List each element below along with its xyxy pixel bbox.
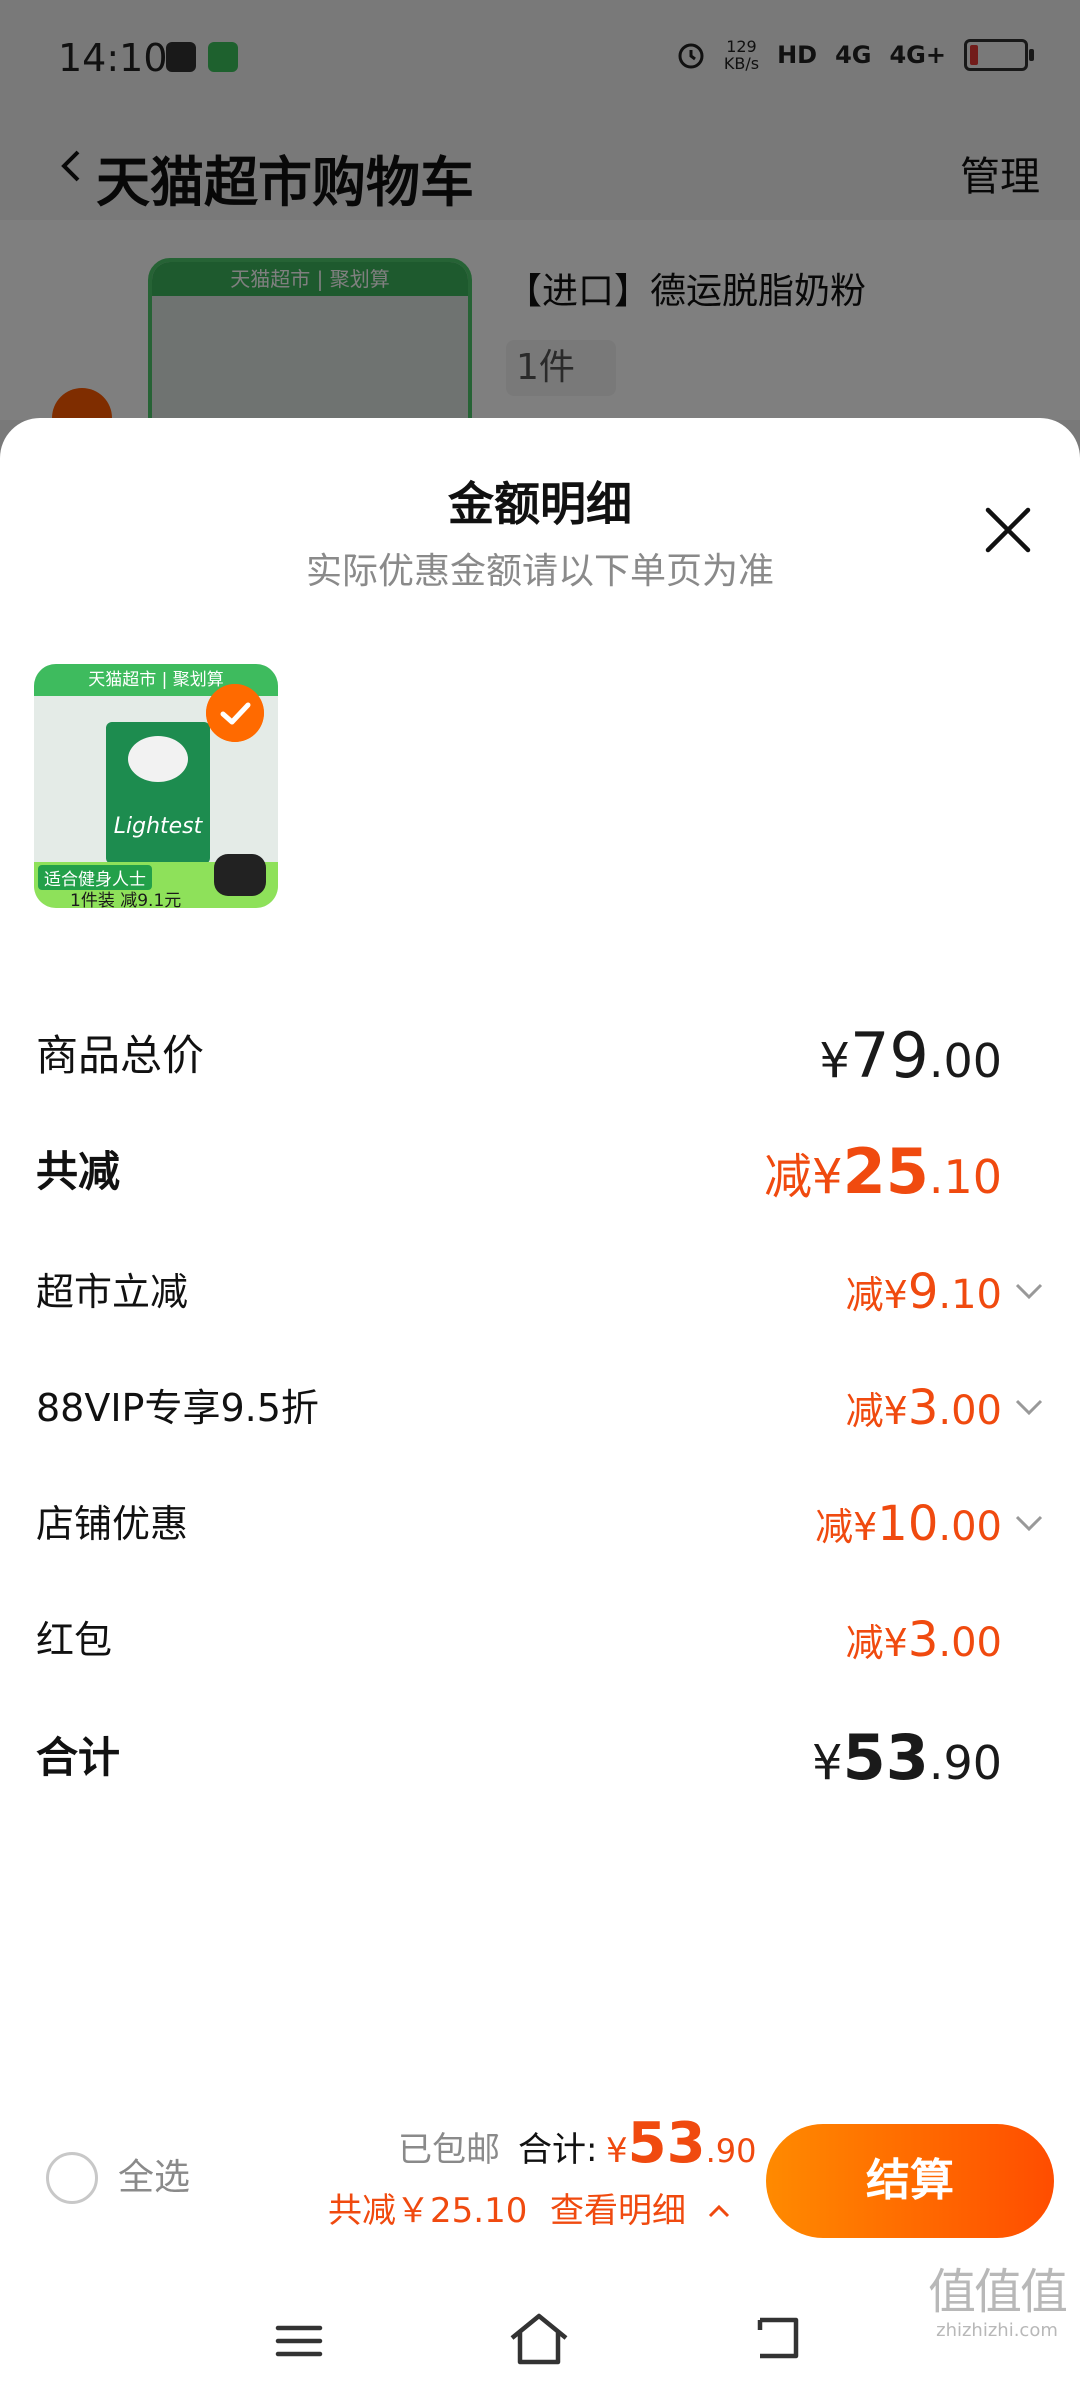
discount-label: 店铺优惠 — [36, 1502, 189, 1546]
discount-value: 减¥3.00 — [846, 1368, 1002, 1459]
discount-row[interactable]: 店铺优惠 减¥10.00 — [36, 1484, 1046, 1564]
grand-total-currency: ¥ — [812, 1735, 843, 1791]
total-int: 53 — [627, 2111, 706, 2176]
total-label: 合计: — [518, 2130, 598, 2170]
discount-dec: .10 — [938, 1272, 1002, 1318]
discount-value: 减¥3.00 — [846, 1600, 1002, 1691]
chevron-down-icon[interactable] — [1012, 1506, 1046, 1540]
discount-int: 9 — [907, 1264, 939, 1320]
watermark-logo: 值值值 — [927, 2264, 1068, 2320]
total-discount-dec: .10 — [928, 1150, 1002, 1204]
chevron-down-icon[interactable] — [1012, 1390, 1046, 1424]
total-discount-prefix: 减¥ — [764, 1149, 843, 1205]
discount-prefix: 减¥ — [845, 1621, 908, 1665]
brand-logo-icon — [128, 736, 188, 782]
tmall-cat-icon — [214, 854, 266, 896]
goods-total-currency: ¥ — [819, 1033, 850, 1089]
discount-dec: .00 — [938, 1388, 1002, 1434]
goods-total-label: 商品总价 — [36, 1031, 205, 1080]
discount-int: 3 — [907, 1612, 939, 1668]
total-discount-int: 25 — [842, 1135, 929, 1208]
goods-total-int: 79 — [849, 1019, 929, 1092]
discount-int: 3 — [907, 1380, 939, 1436]
discount-row[interactable]: 88VIP专享9.5折 减¥3.00 — [36, 1368, 1046, 1448]
home-icon[interactable] — [508, 2310, 570, 2368]
total-discount-value: 减¥25.10 — [764, 1132, 1002, 1228]
shipping-label: 已包邮 — [398, 2130, 500, 2170]
watermark: 值值值 zhizhizhi.com — [922, 2264, 1072, 2341]
total-discount-row: 共减 减¥25.10 — [36, 1132, 1046, 1212]
goods-total-dec: .00 — [928, 1034, 1002, 1088]
discount-prefix: 减¥ — [845, 1273, 908, 1317]
chevron-up-icon[interactable] — [706, 2198, 732, 2224]
package-text: Lightest — [113, 814, 203, 839]
product-thumbnail[interactable]: 天猫超市 | 聚划算 Lightest 适合健身人士 1件装 减9.1元 — [34, 664, 278, 908]
discount-label: 红包 — [36, 1618, 113, 1662]
discount-row[interactable]: 超市立减 减¥9.10 — [36, 1252, 1046, 1332]
discount-dec: .00 — [938, 1620, 1002, 1666]
total-currency: ¥ — [606, 2131, 628, 2171]
total-dec: .90 — [705, 2132, 757, 2170]
checkout-button[interactable]: 结算 — [766, 2124, 1054, 2238]
system-nav-bar — [0, 2290, 1080, 2400]
selected-check-icon — [206, 684, 264, 742]
discount-prefix: 减¥ — [815, 1505, 878, 1549]
sheet-subtitle: 实际优惠金额请以下单页为准 — [305, 551, 774, 592]
discount-value: 减¥10.00 — [815, 1484, 1002, 1575]
total-discount-label: 共减 — [36, 1147, 121, 1196]
discount-value: 减¥9.10 — [846, 1252, 1002, 1343]
close-icon[interactable] — [980, 502, 1036, 558]
grand-total-label: 合计 — [36, 1733, 121, 1782]
goods-total-row: 商品总价 ¥79.00 — [36, 1016, 1046, 1096]
chevron-down-icon[interactable] — [1012, 1274, 1046, 1308]
discount-prefix: 减¥ — [845, 1389, 908, 1433]
total-amount: ¥53.90 — [606, 2104, 756, 2197]
menu-icon[interactable] — [274, 2316, 324, 2366]
view-details-link[interactable]: 查看明细 — [550, 2186, 686, 2236]
goods-total-value: ¥79.00 — [819, 1016, 1002, 1112]
grand-total-row: 合计 ¥53.90 — [36, 1718, 1046, 1798]
sheet-title: 金额明细 — [448, 477, 632, 531]
discount-dec: .00 — [938, 1504, 1002, 1550]
milk-powder-package: Lightest — [106, 722, 210, 864]
back-nav-icon[interactable] — [752, 2310, 808, 2368]
discount-label: 88VIP专享9.5折 — [36, 1386, 319, 1430]
grand-total-dec: .90 — [928, 1736, 1002, 1790]
select-all-label[interactable]: 全选 — [118, 2152, 190, 2204]
grand-total-value: ¥53.90 — [812, 1718, 1002, 1814]
discount-row: 红包 减¥3.00 — [36, 1600, 1046, 1680]
saved-amount: 共减￥25.10 — [328, 2191, 528, 2231]
select-all-checkbox[interactable] — [46, 2152, 98, 2204]
product-promo: 1件装 减9.1元 — [70, 891, 182, 908]
watermark-url: zhizhizhi.com — [936, 2320, 1058, 2341]
grand-total-int: 53 — [842, 1721, 929, 1794]
discount-int: 10 — [877, 1496, 939, 1552]
discount-label: 超市立减 — [36, 1270, 189, 1314]
amount-detail-sheet: 金额明细 实际优惠金额请以下单页为准 天猫超市 | 聚划算 Lightest 适… — [0, 418, 1080, 2400]
